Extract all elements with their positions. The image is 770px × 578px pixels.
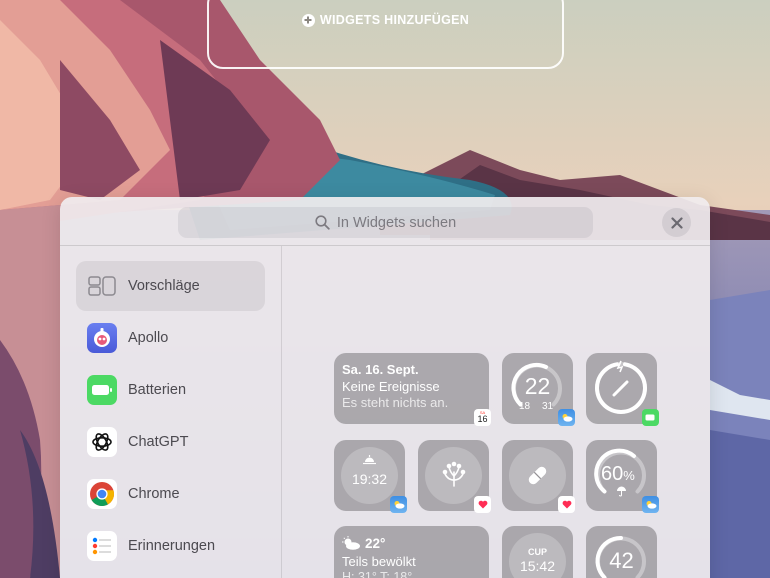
temperature-gauge-widget[interactable]: 22 18 31	[502, 353, 575, 426]
sunset-icon	[363, 455, 376, 465]
pill-icon	[528, 466, 547, 485]
sidebar-item-batteries[interactable]: Batterien	[76, 365, 265, 415]
widget-search-field[interactable]: In Widgets suchen	[178, 207, 593, 238]
clock-city: CUP	[527, 547, 547, 557]
rain-chance-unit: %	[623, 468, 635, 483]
gallery-header: In Widgets suchen	[60, 197, 710, 246]
sidebar-item-reminders[interactable]: Erinnerungen	[76, 521, 265, 571]
sidebar-item-label: Apollo	[128, 330, 169, 346]
add-widgets-label: WIDGETS HINZUFÜGEN	[319, 13, 470, 27]
weather-condition: Teils bewölkt	[342, 554, 416, 569]
calendar-date: Sa. 16. Sept.	[342, 362, 419, 377]
close-icon	[670, 216, 683, 229]
flower-icon	[442, 461, 466, 487]
plus-circle-icon	[301, 13, 315, 27]
battery-app-icon	[87, 375, 117, 405]
apollo-app-icon	[87, 323, 117, 353]
sidebar-item-chatgpt[interactable]: ChatGPT	[76, 417, 265, 467]
calendar-events-line: Keine Ereignisse	[342, 379, 440, 394]
rain-chance-number: 60	[601, 463, 624, 485]
sidebar-item-suggestions[interactable]: Vorschläge	[76, 261, 265, 311]
calendar-badge-icon: SA 16	[474, 409, 491, 426]
clock-time: 15:42	[519, 558, 556, 574]
sidebar-item-label: Batterien	[128, 382, 187, 398]
temperature-value: 22	[524, 373, 551, 399]
weather-summary-widget[interactable]: 22° Teils bewölkt H: 31° T: 18°	[334, 526, 489, 578]
sidebar-item-label: Chrome	[128, 486, 180, 502]
app-sidebar: Vorschläge Apollo Batterien ChatGPT Chro…	[60, 246, 282, 578]
health-badge-icon	[474, 496, 491, 513]
health-mood-widget[interactable]	[418, 440, 491, 513]
sidebar-item-chrome[interactable]: Chrome	[76, 469, 265, 519]
temperature-high: 31	[542, 401, 554, 412]
search-placeholder: In Widgets suchen	[336, 214, 457, 231]
reminders-app-icon	[87, 531, 117, 561]
calendar-note-line: Es steht nichts an.	[342, 395, 449, 410]
lock-screen-widget-slot[interactable]: WIDGETS HINZUFÜGEN	[207, 0, 564, 69]
health-badge-icon	[558, 496, 575, 513]
sidebar-item-apollo[interactable]: Apollo	[76, 313, 265, 363]
weather-badge-icon	[642, 496, 659, 513]
sidebar-item-label: ChatGPT	[128, 434, 189, 450]
chrome-app-icon	[87, 479, 117, 509]
umbrella-icon	[617, 486, 626, 497]
suggestions-icon	[87, 271, 117, 301]
weather-badge-icon	[390, 496, 407, 513]
weather-temp: 22°	[365, 536, 386, 551]
calendar-badge-day: 16	[477, 414, 488, 424]
health-medication-widget[interactable]	[502, 440, 575, 513]
battery-badge-icon	[642, 409, 659, 426]
weather-badge-icon	[558, 409, 575, 426]
temperature-low: 18	[519, 401, 531, 412]
magnifier-icon	[315, 215, 330, 230]
weather-hilo: H: 31° T: 18°	[342, 570, 413, 578]
sunset-time: 19:32	[351, 471, 388, 487]
sidebar-item-label: Erinnerungen	[128, 538, 216, 554]
rain-chance-value: 60%	[601, 463, 635, 486]
gauge-42-widget[interactable]: 42	[586, 526, 657, 578]
battery-ring-widget[interactable]	[586, 353, 659, 426]
sunset-widget[interactable]: 19:32	[334, 440, 407, 513]
pencil-icon	[612, 380, 629, 397]
calendar-widget[interactable]: Sa. 16. Sept. Keine Ereignisse Es steht …	[334, 353, 491, 426]
add-widgets-button[interactable]: WIDGETS HINZUFÜGEN	[301, 13, 470, 27]
close-button[interactable]	[662, 208, 691, 237]
rain-chance-widget[interactable]: 60%	[586, 440, 659, 513]
world-clock-widget[interactable]: CUP 15:42	[502, 526, 573, 578]
partly-cloudy-icon	[342, 536, 360, 550]
sidebar-item-label: Vorschläge	[128, 278, 200, 294]
chatgpt-app-icon	[87, 427, 117, 457]
gauge-42-value: 42	[609, 548, 634, 573]
